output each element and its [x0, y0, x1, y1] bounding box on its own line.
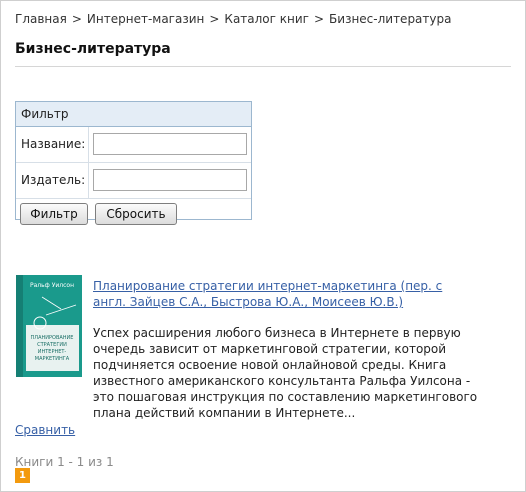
book-cover-image[interactable]: Ральф Уилсон ПЛАНИРОВАНИЕ СТРАТЕГИИ ИНТЕ… [16, 275, 82, 377]
pager-current-page[interactable]: 1 [15, 468, 30, 483]
filter-header: Фильтр [16, 102, 251, 127]
pager-info: Книги 1 - 1 из 1 [15, 455, 114, 469]
row-divider [88, 127, 89, 162]
publisher-label: Издатель: [21, 173, 86, 187]
filter-button[interactable]: Фильтр [20, 203, 88, 225]
filter-row-name: Название: [16, 127, 251, 163]
cover-title-line: МАРКЕТИНГА [35, 356, 70, 362]
book-description: Успех расширения любого бизнеса в Интерн… [93, 326, 478, 420]
page-frame: Главная > Интернет-магазин > Каталог книг > Би… [0, 0, 526, 492]
breadcrumb-shop[interactable]: Интернет-магазин [87, 12, 204, 26]
reset-button[interactable]: Сбросить [95, 203, 177, 225]
cover-author: Ральф Уилсон [30, 282, 74, 289]
breadcrumb-separator: > [209, 12, 220, 26]
breadcrumb-home[interactable]: Главная [15, 12, 67, 26]
title-divider [15, 66, 511, 67]
breadcrumb-catalog[interactable]: Каталог книг [224, 12, 309, 26]
publisher-input[interactable] [93, 169, 247, 191]
book-title-link[interactable]: Планирование стратегии интернет-маркетин… [93, 278, 473, 310]
cover-title-line: ПЛАНИРОВАНИЕ [31, 335, 74, 341]
filter-buttons: Фильтр Сбросить [16, 199, 251, 225]
filter-panel: Фильтр Название: Издатель: Фильтр Сброси… [15, 101, 252, 225]
cover-spine [16, 275, 23, 377]
page-title: Бизнес-литература [15, 41, 171, 57]
name-input[interactable] [93, 133, 247, 155]
cover-title-line: ИНТЕРНЕТ- [38, 349, 67, 355]
breadcrumb: Главная > Интернет-магазин > Каталог книг > Би… [15, 12, 451, 26]
compare-link[interactable]: Сравнить [15, 423, 75, 437]
breadcrumb-current: Бизнес-литература [329, 12, 452, 26]
filter-row-publisher: Издатель: [16, 163, 251, 199]
cover-title-line: СТРАТЕГИИ [37, 342, 67, 348]
name-label: Название: [21, 137, 86, 151]
breadcrumb-separator: > [71, 12, 82, 26]
breadcrumb-separator: > [313, 12, 325, 26]
cover-panel [26, 325, 79, 371]
row-divider [88, 163, 89, 198]
